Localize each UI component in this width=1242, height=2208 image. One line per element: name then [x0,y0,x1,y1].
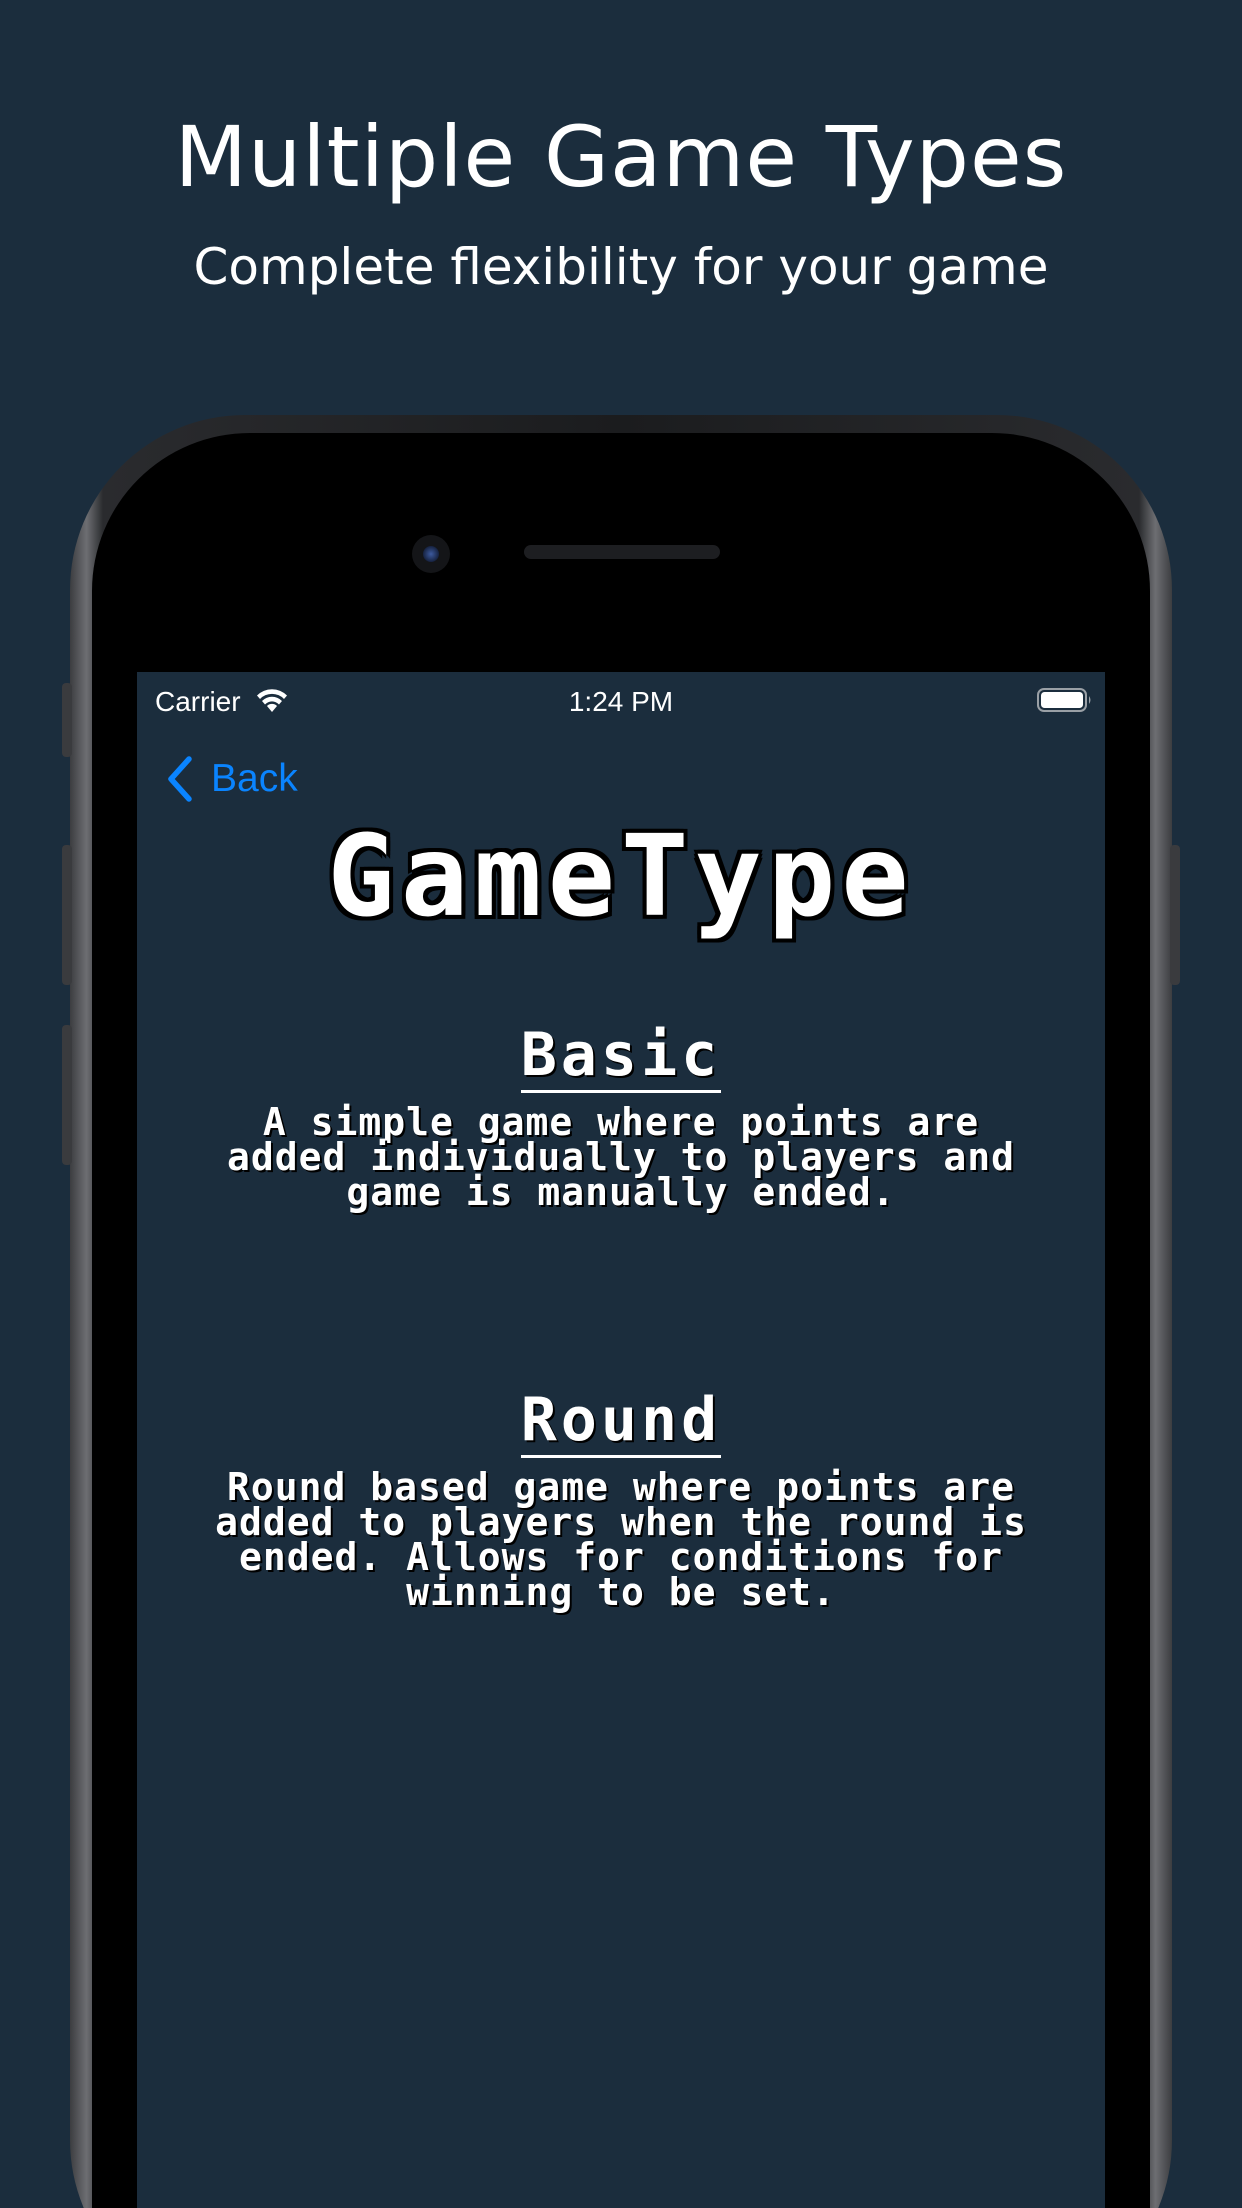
game-type-description: A simple game where points are added ind… [227,1100,1015,1214]
earpiece-speaker [524,545,720,559]
status-bar: Carrier 1:24 PM [137,672,1105,732]
promo-subheadline: Complete flexibility for your game [193,238,1049,296]
navigation-bar: Back [137,742,1105,812]
back-button[interactable]: Back [167,756,298,802]
front-camera [412,535,450,573]
phone-silent-switch [62,683,72,757]
game-type-description: Round based game where points are added … [215,1465,1027,1614]
status-time: 1:24 PM [568,686,674,717]
phone-power-button [1170,845,1180,985]
game-type-heading: Basic [520,1022,722,1093]
promo-headline: Multiple Game Types [174,108,1068,206]
phone-volume-up-button [62,845,72,985]
back-button-label: Back [211,757,298,800]
game-type-basic[interactable]: Basic A simple game where points are add… [207,1022,1035,1214]
battery-icon [1037,688,1091,712]
phone-volume-down-button [62,1025,72,1165]
phone-screen: Carrier 1:24 PM Back GameType Basic A si… [137,672,1105,2208]
game-type-heading: Round [520,1387,722,1458]
chevron-left-icon [168,756,192,802]
game-type-round[interactable]: Round Round based game where points are … [207,1387,1035,1614]
page-title: GameType [327,812,915,942]
